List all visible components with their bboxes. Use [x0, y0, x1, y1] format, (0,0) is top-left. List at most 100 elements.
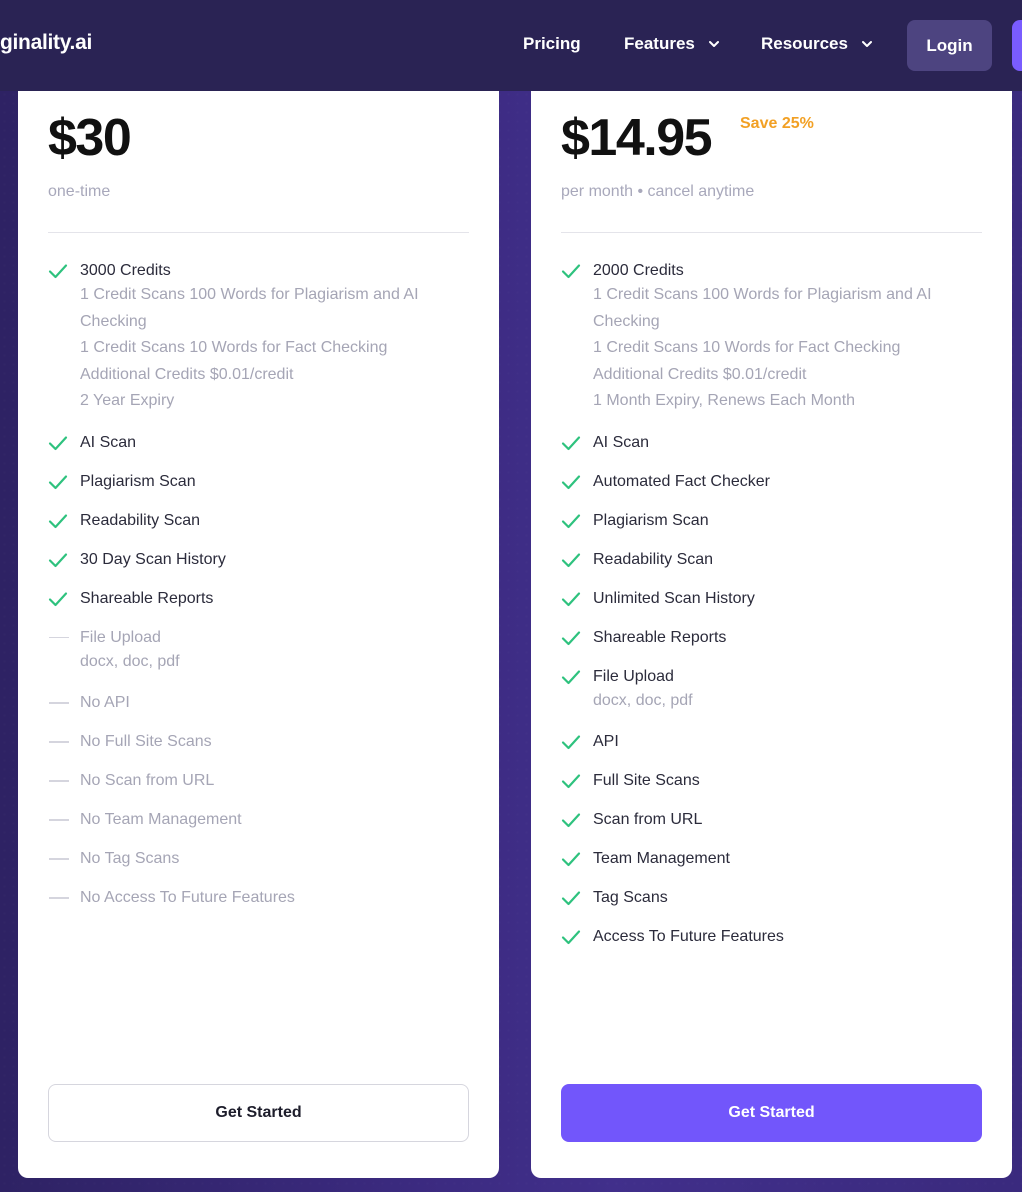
- feature-detail: 1 Credit Scans 10 Words for Fact Checkin…: [80, 339, 388, 356]
- feature-item: No Full Site Scans: [48, 731, 469, 753]
- dash-icon: [48, 627, 80, 649]
- check-icon: [561, 666, 593, 688]
- check-icon: [561, 627, 593, 649]
- feature-item: Readability Scan: [48, 510, 469, 532]
- feature-title: No Scan from URL: [80, 772, 215, 789]
- check-icon: [561, 510, 593, 532]
- feature-item: Unlimited Scan History: [561, 588, 982, 610]
- plan-card-monthly: $14.95 Save 25% per month • cancel anyti…: [531, 60, 1012, 1178]
- feature-text: No Access To Future Features: [80, 887, 469, 909]
- nav-features-label: Features: [624, 34, 695, 53]
- save-badge: Save 25%: [740, 115, 814, 132]
- feature-title: Shareable Reports: [80, 589, 214, 607]
- feature-title: Tag Scans: [593, 889, 668, 906]
- feature-item: Automated Fact Checker: [561, 471, 982, 493]
- check-icon: [561, 731, 593, 753]
- brand-logo[interactable]: ginality.ai: [0, 31, 92, 55]
- feature-title: No Tag Scans: [80, 850, 180, 867]
- signup-button[interactable]: [1012, 20, 1022, 71]
- nav-resources-dropdown[interactable]: Resources: [761, 34, 872, 54]
- feature-item: Readability Scan: [561, 549, 982, 571]
- feature-text: Plagiarism Scan: [593, 510, 982, 532]
- check-icon: [48, 471, 80, 493]
- feature-detail: docx, doc, pdf: [80, 652, 180, 670]
- feature-text: No Team Management: [80, 809, 469, 831]
- feature-text: File Upload docx, doc, pdf: [593, 666, 982, 715]
- feature-title: API: [593, 733, 619, 750]
- feature-title: 3000 Credits: [80, 262, 171, 279]
- plan-price: $14.95: [561, 109, 713, 167]
- feature-text: 2000 Credits 1 Credit Scans 100 Words for…: [593, 260, 982, 415]
- feature-title: No API: [80, 694, 130, 711]
- login-button[interactable]: Login: [907, 20, 992, 71]
- feature-text: Full Site Scans: [593, 770, 982, 792]
- feature-text: Shareable Reports: [80, 588, 469, 610]
- feature-list: 2000 Credits 1 Credit Scans 100 Words for…: [561, 260, 982, 965]
- check-icon: [561, 432, 593, 454]
- feature-item: Full Site Scans: [561, 770, 982, 792]
- feature-title: Readability Scan: [593, 550, 714, 568]
- plan-billing-note: one-time: [48, 183, 111, 200]
- feature-text: 3000 Credits 1 Credit Scans 100 Words for…: [80, 260, 469, 415]
- check-icon: [561, 770, 593, 792]
- plan-price: $30: [48, 109, 132, 167]
- feature-item: Access To Future Features: [561, 926, 982, 948]
- dash-icon: [48, 848, 80, 870]
- feature-detail: Additional Credits $0.01/credit: [593, 365, 807, 383]
- feature-text: API: [593, 731, 982, 753]
- feature-title: Access To Future Features: [593, 928, 784, 945]
- check-icon: [561, 848, 593, 870]
- get-started-button[interactable]: Get Started: [48, 1084, 469, 1142]
- feature-item: 3000 Credits 1 Credit Scans 100 Words for…: [48, 260, 469, 415]
- feature-title: 2000 Credits: [593, 262, 684, 279]
- feature-title: Automated Fact Checker: [593, 472, 770, 490]
- dash-icon: [48, 770, 80, 792]
- feature-detail: 1 Credit Scans 100 Words for Plagiarism …: [80, 286, 419, 330]
- feature-item: No API: [48, 692, 469, 714]
- dash-icon: [48, 692, 80, 714]
- feature-title: File Upload: [593, 667, 674, 685]
- feature-text: Team Management: [593, 848, 982, 870]
- feature-title: 30 Day Scan History: [80, 550, 226, 568]
- feature-detail: docx, doc, pdf: [593, 691, 693, 709]
- nav-pricing-link[interactable]: Pricing: [523, 34, 581, 54]
- feature-title: AI Scan: [80, 433, 137, 451]
- dash-icon: [48, 887, 80, 909]
- feature-text: Shareable Reports: [593, 627, 982, 649]
- check-icon: [561, 588, 593, 610]
- check-icon: [561, 260, 593, 282]
- feature-item: API: [561, 731, 982, 753]
- check-icon: [48, 510, 80, 532]
- feature-title: Plagiarism Scan: [593, 511, 709, 529]
- nav-features-dropdown[interactable]: Features: [624, 34, 719, 54]
- feature-item: 2000 Credits 1 Credit Scans 100 Words for…: [561, 260, 982, 415]
- check-icon: [561, 471, 593, 493]
- top-navbar: ginality.ai Pricing Features Resources L…: [0, 0, 1022, 91]
- check-icon: [48, 260, 80, 282]
- nav-resources-label: Resources: [761, 34, 848, 53]
- feature-text: Access To Future Features: [593, 926, 982, 948]
- feature-detail: Additional Credits $0.01/credit: [80, 365, 294, 383]
- check-icon: [561, 926, 593, 948]
- feature-item: Shareable Reports: [48, 588, 469, 610]
- feature-item: File Upload docx, doc, pdf: [48, 627, 469, 676]
- feature-title: Readability Scan: [80, 511, 201, 529]
- feature-detail: 1 Month Expiry, Renews Each Month: [593, 392, 856, 409]
- feature-item: No Team Management: [48, 809, 469, 831]
- check-icon: [48, 549, 80, 571]
- feature-text: No Full Site Scans: [80, 731, 469, 753]
- feature-item: Plagiarism Scan: [48, 471, 469, 493]
- get-started-button[interactable]: Get Started: [561, 1084, 982, 1142]
- chevron-down-icon: [861, 41, 872, 47]
- feature-title: No Team Management: [80, 811, 242, 828]
- feature-text: AI Scan: [593, 432, 982, 454]
- dash-icon: [48, 809, 80, 831]
- feature-item: Team Management: [561, 848, 982, 870]
- feature-text: Readability Scan: [593, 549, 982, 571]
- feature-title: File Upload: [80, 628, 161, 646]
- feature-item: 30 Day Scan History: [48, 549, 469, 571]
- feature-text: Plagiarism Scan: [80, 471, 469, 493]
- feature-item: No Tag Scans: [48, 848, 469, 870]
- feature-title: Unlimited Scan History: [593, 589, 755, 607]
- check-icon: [48, 432, 80, 454]
